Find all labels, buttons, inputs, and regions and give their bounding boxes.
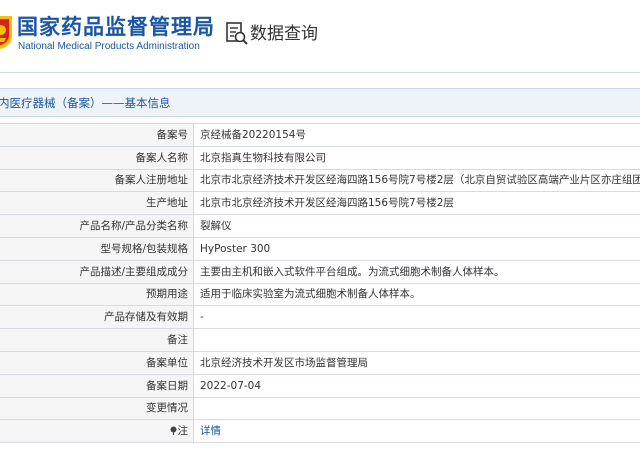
row-value: 北京市北京经济技术开发区经海四路156号院7号楼2层 bbox=[193, 191, 640, 216]
nmpa-emblem-icon bbox=[0, 16, 12, 49]
row-value bbox=[193, 396, 640, 421]
note-label: 注 bbox=[177, 425, 189, 438]
row-label: 备注 bbox=[0, 328, 194, 352]
section-title: 内医疗器械（备案）——基本信息 bbox=[0, 96, 171, 110]
table-row-filing-date: 备案日期 2022-07-04 bbox=[0, 373, 640, 398]
details-link[interactable]: 详情 bbox=[200, 425, 221, 437]
row-value: 2022-07-04 bbox=[193, 373, 640, 398]
row-label: 变更情况 bbox=[0, 396, 194, 421]
table-row-storage-validity: 产品存储及有效期 - bbox=[0, 305, 640, 330]
table-row-description: 产品描述/主要组成成分 主要由主机和嵌入式软件平台组成。为流式细胞术制备人体样本… bbox=[0, 259, 640, 284]
row-label: 产品存储及有效期 bbox=[0, 305, 194, 330]
table-row-production-address: 生产地址 北京市北京经济技术开发区经海四路156号院7号楼2层 bbox=[0, 191, 640, 216]
row-value: 主要由主机和嵌入式软件平台组成。为流式细胞术制备人体样本。 bbox=[193, 259, 640, 284]
row-label: 产品名称/产品分类名称 bbox=[0, 214, 194, 238]
row-label: 备案单位 bbox=[0, 350, 194, 375]
table-row-filing-unit: 备案单位 北京经济技术开发区市场监督管理局 bbox=[0, 350, 640, 375]
site-title[interactable]: 国家药品监督管理局 bbox=[17, 14, 215, 40]
row-value bbox=[193, 328, 640, 352]
site-header: 国家药品监督管理局 National Medical Products Admi… bbox=[0, 0, 640, 72]
row-label: 产品描述/主要组成成分 bbox=[0, 259, 194, 284]
row-value: 北京指真生物科技有限公司 bbox=[193, 145, 640, 170]
row-label: 注 bbox=[0, 419, 194, 444]
row-label: 备案日期 bbox=[0, 373, 194, 398]
row-label: 备案人名称 bbox=[0, 145, 194, 170]
row-label: 预期用途 bbox=[0, 282, 194, 307]
table-row-intended-use: 预期用途 适用于临床实验室为流式细胞术制备人体样本。 bbox=[0, 282, 640, 307]
header-divider bbox=[0, 72, 640, 73]
row-value: 裂解仪 bbox=[193, 214, 640, 238]
site-title-en[interactable]: National Medical Products Administration bbox=[18, 41, 200, 53]
device-info-table: 备案号 京经械备20220154号 备案人名称 北京指真生物科技有限公司 备案人… bbox=[0, 123, 640, 444]
table-row-model-spec: 型号规格/包装规格 HyPoster 300 bbox=[0, 236, 640, 261]
row-label: 型号规格/包装规格 bbox=[0, 236, 194, 261]
row-value: - bbox=[193, 305, 640, 330]
row-value: 详情 bbox=[193, 419, 640, 444]
row-value: 北京经济技术开发区市场监督管理局 bbox=[193, 350, 640, 375]
note-pin-icon bbox=[170, 426, 176, 436]
table-row-record-number: 备案号 京经械备20220154号 bbox=[0, 123, 640, 147]
row-value: 北京市北京经济技术开发区经海四路156号院7号楼2层（北京自贸试验区高端产业片区… bbox=[193, 168, 640, 193]
table-row-product-name: 产品名称/产品分类名称 裂解仪 bbox=[0, 214, 640, 238]
row-value: 适用于临床实验室为流式细胞术制备人体样本。 bbox=[193, 282, 640, 307]
row-value: 京经械备20220154号 bbox=[193, 123, 640, 147]
table-row-registered-address: 备案人注册地址 北京市北京经济技术开发区经海四路156号院7号楼2层（北京自贸试… bbox=[0, 168, 640, 193]
data-query-icon bbox=[226, 22, 248, 45]
table-row-note: 注 详情 bbox=[0, 419, 640, 444]
data-query-title: 数据查询 bbox=[250, 24, 318, 44]
row-label: 备案人注册地址 bbox=[0, 168, 194, 193]
table-row-changes: 变更情况 bbox=[0, 396, 640, 421]
table-row-remarks: 备注 bbox=[0, 328, 640, 352]
row-value: HyPoster 300 bbox=[193, 236, 640, 261]
row-label: 生产地址 bbox=[0, 191, 194, 216]
table-row-registrant-name: 备案人名称 北京指真生物科技有限公司 bbox=[0, 145, 640, 170]
row-label: 备案号 bbox=[0, 123, 194, 147]
section-header: 内医疗器械（备案）——基本信息 bbox=[0, 88, 640, 117]
